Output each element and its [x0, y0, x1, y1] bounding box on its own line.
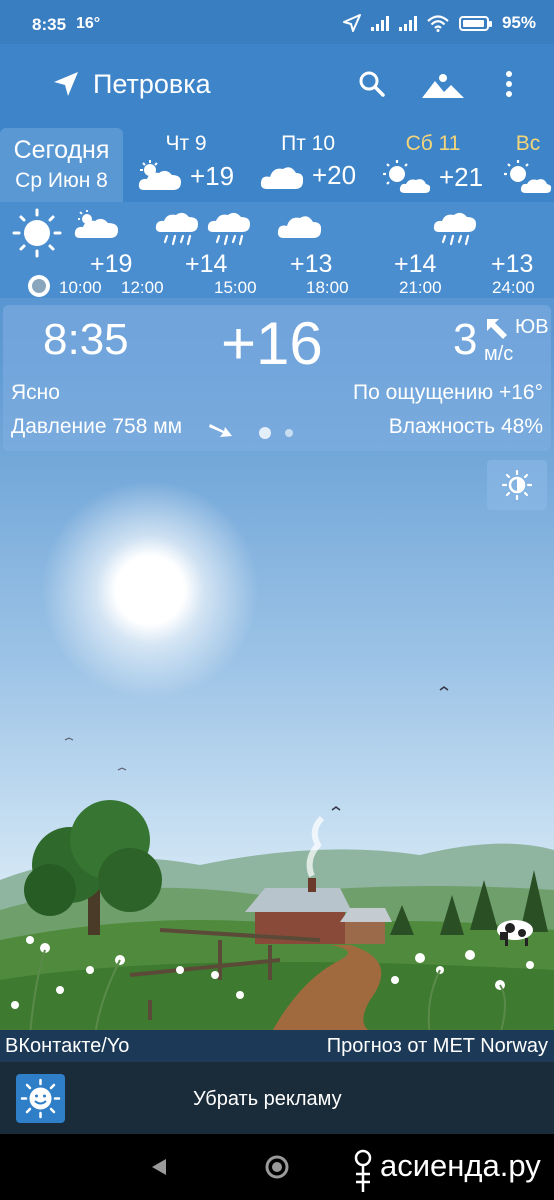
wind-unit: м/с	[484, 343, 514, 365]
status-time: 8:35	[32, 15, 67, 34]
navigation-bar: асиенда.ру	[0, 1134, 554, 1200]
day-today[interactable]: Сегодня Ср Июн 8	[0, 128, 123, 202]
back-icon[interactable]	[150, 1158, 168, 1176]
smiling-sun-icon	[20, 1078, 61, 1119]
battery-icon	[458, 15, 492, 31]
remove-ads-button[interactable]: Убрать рекламу	[193, 1088, 342, 1111]
pressure-trend-arrow-icon	[209, 424, 232, 437]
forecast-source[interactable]: Прогноз от MET Norway	[327, 1035, 548, 1058]
credits-bar: ВКонтакте/Yo Прогноз от MET Norway	[0, 1030, 554, 1062]
hour-time: 24:00	[492, 278, 535, 297]
cloud-icon	[277, 216, 322, 238]
day-temp: +21	[439, 161, 484, 192]
daily-forecast[interactable]: Сегодня Ср Июн 8 Чт 9 +19 Пт 10 +20 Сб 1…	[0, 126, 554, 202]
sun-moon-icon	[502, 470, 532, 500]
current-time: 8:35	[43, 315, 129, 364]
countryside-landscape-illustration	[0, 686, 554, 1035]
hour-time: 15:00	[214, 278, 257, 297]
hour-temp: +14	[185, 250, 228, 278]
pressure: Давление 758 мм	[11, 415, 183, 438]
page-indicator[interactable]	[285, 429, 293, 437]
hour-temp: +13	[290, 250, 333, 278]
sun-cloud-icon	[383, 160, 431, 193]
status-bar: 8:35 16° 95%	[0, 0, 554, 44]
home-icon[interactable]	[264, 1154, 290, 1180]
status-icons: 95%	[342, 13, 536, 33]
page-indicator-active[interactable]	[259, 427, 271, 439]
cloud-sun-icon	[138, 160, 181, 190]
signpost-logo-icon	[354, 1149, 372, 1192]
day-item[interactable]: Вс	[504, 132, 552, 194]
weather-app-screen: 8:35 16° 95% Петровка Сегодня Ср Июн 8 Ч…	[0, 0, 554, 1200]
wind-direction: ЮВ	[515, 316, 549, 338]
battery-level: 95%	[501, 13, 536, 32]
status-temperature: 16°	[76, 15, 101, 32]
app-bar: Петровка	[0, 44, 554, 126]
day-temp: +19	[190, 160, 235, 191]
humidity: Влажность 48%	[388, 415, 543, 438]
photo-credit[interactable]: ВКонтакте/Yo	[5, 1035, 129, 1058]
day-name: Вс	[515, 132, 541, 155]
current-hour-indicator	[28, 275, 50, 297]
cloud-sun-icon	[74, 210, 118, 238]
signal-icon-2	[398, 15, 417, 31]
rain-icon	[155, 212, 198, 246]
search-icon[interactable]	[358, 70, 386, 98]
hourly-forecast[interactable]: +19 +14 +13 +14 +13 10:00 12:00 15:00 18…	[0, 202, 554, 298]
hour-time: 10:00	[59, 278, 102, 297]
app-logo	[16, 1074, 65, 1123]
rain-icon	[433, 212, 476, 246]
location-arrow-icon	[342, 14, 361, 32]
rain-icon	[207, 212, 250, 246]
hour-temp: +14	[394, 250, 437, 278]
day-name: Сб 11	[405, 132, 461, 155]
sun-cloud-icon	[504, 160, 552, 193]
day-name: Чт 9	[165, 132, 207, 155]
day-item[interactable]: Сб 11 +21	[383, 132, 483, 194]
hour-temp: +13	[491, 250, 534, 278]
location-name[interactable]: Петровка	[93, 69, 211, 100]
hour-time: 18:00	[306, 278, 349, 297]
wifi-icon	[427, 14, 449, 32]
cloud-icon	[260, 166, 304, 189]
remove-ads-bar[interactable]: Убрать рекламу	[0, 1062, 554, 1134]
today-date: Ср Июн 8	[15, 169, 108, 192]
landscape-icon[interactable]	[422, 72, 464, 98]
sky-condition: Ясно	[11, 381, 60, 404]
wind-direction-arrow-icon	[487, 319, 507, 339]
more-options-icon[interactable]	[505, 70, 513, 98]
hour-time: 12:00	[121, 278, 164, 297]
today-label: Сегодня	[13, 136, 110, 164]
background-theme-button[interactable]	[487, 460, 547, 510]
hour-time: 21:00	[399, 278, 442, 297]
day-item[interactable]: Пт 10 +20	[260, 132, 356, 191]
current-conditions-card[interactable]: 8:35 +16 3 ЮВ м/с Ясно По ощущению +16° …	[3, 305, 551, 451]
day-name: Пт 10	[281, 132, 335, 155]
feels-like: По ощущению +16°	[353, 381, 543, 404]
hour-temp: +19	[90, 250, 133, 278]
day-temp: +20	[312, 160, 357, 190]
current-temperature: +16	[221, 310, 323, 377]
navigation-icon[interactable]	[52, 70, 80, 98]
sun-icon	[12, 208, 62, 258]
signal-icon	[370, 15, 389, 31]
day-item[interactable]: Чт 9 +19	[138, 132, 234, 192]
watermark-text: асиенда.ру	[380, 1148, 541, 1183]
wind-speed: 3	[453, 315, 478, 364]
